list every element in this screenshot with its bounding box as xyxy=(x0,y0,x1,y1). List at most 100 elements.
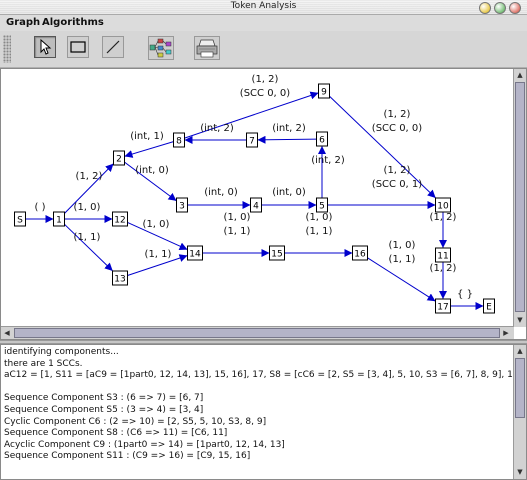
graph-node-8[interactable]: 8 xyxy=(173,132,185,148)
log-line: Sequence Component S11 : (C9 => 16) = [C… xyxy=(4,451,251,462)
graph-node-15[interactable]: 15 xyxy=(269,245,285,261)
graph-canvas[interactable]: ( )(1, 2)(1, 0)(1, 1)(int, 0)(int, 0) (in… xyxy=(1,69,513,327)
log-line: Acyclic Component C9 : (1part0 => 14) = … xyxy=(4,439,285,450)
graph-horizontal-scroll-thumb[interactable] xyxy=(14,328,500,338)
graph-node-11[interactable]: 11 xyxy=(435,247,451,263)
graph-node-13[interactable]: 13 xyxy=(112,270,128,286)
rectangle-icon xyxy=(70,41,86,53)
log-text-area[interactable]: identifying components... there are 1 SC… xyxy=(1,347,526,463)
graph-node-3[interactable]: 3 xyxy=(176,197,188,213)
graph-node-label: 5 xyxy=(319,202,325,212)
zoom-icon[interactable] xyxy=(494,2,506,14)
scroll-down-icon[interactable]: ▼ xyxy=(515,467,525,477)
edge-label-8-9: (1, 2) (SCC 0, 0) xyxy=(240,74,290,99)
menu-algorithms[interactable]: Algorithms xyxy=(42,17,104,28)
log-line: Cyclic Component C6 : (2 => 10) = [2, S5… xyxy=(4,416,267,427)
edge-label-7-8: (int, 2) xyxy=(200,123,234,134)
graph-node-9[interactable]: 9 xyxy=(318,83,330,99)
scroll-down-icon[interactable]: ▼ xyxy=(515,315,525,325)
log-line: Sequence Component S3 : (6 => 7) = [6, 7… xyxy=(4,393,204,404)
edge-label-15-16: (1, 0) (1, 1) xyxy=(306,212,333,237)
edge-label-12-14: (1, 0) xyxy=(143,219,170,230)
graph-node-label: 7 xyxy=(249,137,255,147)
edge-label-16-17: (1, 0) (1, 1) xyxy=(389,240,416,265)
log-panel: identifying components... there are 1 SC… xyxy=(0,344,527,480)
graph-node-16[interactable]: 16 xyxy=(352,245,368,261)
graph-node-label: 12 xyxy=(114,216,125,226)
menu-bar: Graph Algorithms xyxy=(0,15,527,31)
edge-label-5-6: (int, 2) xyxy=(311,155,345,166)
edge-label-11-17: (1, 2) xyxy=(430,263,457,274)
graph-node-label: 16 xyxy=(354,250,366,260)
edge-label-S-1: ( ) xyxy=(35,202,46,213)
log-line: Sequence Component S5 : (3 => 4) = [3, 4… xyxy=(4,404,204,415)
graph-edge-8-2[interactable] xyxy=(124,141,174,158)
graph-node-E[interactable]: E xyxy=(483,298,495,314)
scroll-up-icon[interactable]: ▲ xyxy=(515,346,525,356)
graph-node-label: S xyxy=(17,216,23,226)
edge-label-9-10: (1, 2) (SCC 0, 0) xyxy=(372,109,422,134)
graph-node-5[interactable]: 5 xyxy=(316,197,328,213)
log-vertical-scrollbar[interactable]: ▲ ▼ xyxy=(513,345,526,479)
graph-node-label: 1 xyxy=(56,216,62,226)
log-vertical-scroll-thumb[interactable] xyxy=(515,358,525,418)
graph-node-label: 15 xyxy=(271,250,282,260)
graph-node-label: 14 xyxy=(189,250,201,260)
graph-node-label: 17 xyxy=(437,303,448,313)
scroll-up-icon[interactable]: ▲ xyxy=(515,70,525,80)
graph-node-label: 13 xyxy=(114,275,125,285)
graph-node-label: 3 xyxy=(179,202,185,212)
edge-label-1-12: (1, 0) xyxy=(74,202,101,213)
graph-node-12[interactable]: 12 xyxy=(112,211,128,227)
graph-vertical-scroll-thumb[interactable] xyxy=(515,82,525,312)
graph-node-label: E xyxy=(486,303,492,313)
graph-node-4[interactable]: 4 xyxy=(250,197,262,213)
graph-node-label: 9 xyxy=(321,88,327,98)
rectangle-tool-button[interactable] xyxy=(67,36,89,58)
log-line: Sequence Component S8 : (C6 => 11) = [C6… xyxy=(4,428,228,439)
window-title: Token Analysis xyxy=(230,1,297,11)
edge-label-10-11: (1, 2) xyxy=(430,212,457,223)
graph-node-label: 6 xyxy=(319,136,325,146)
graph-node-S[interactable]: S xyxy=(14,211,26,227)
select-tool-button[interactable] xyxy=(34,36,56,58)
graph-node-14[interactable]: 14 xyxy=(187,245,203,261)
edge-label-8-2: (int, 1) xyxy=(130,131,164,142)
edge-label-17-E: { } xyxy=(457,289,473,300)
graph-layout-icon xyxy=(149,38,172,58)
layout-tool-button[interactable] xyxy=(148,36,174,60)
cursor-arrow-icon xyxy=(40,38,52,55)
graph-node-label: 8 xyxy=(176,137,182,147)
edge-label-3-4: (int, 0) xyxy=(204,187,238,198)
graph-vertical-scrollbar[interactable]: ▲ ▼ xyxy=(513,69,526,327)
graph-panel: ( ) (1, 2) (1, 0) (1, 1) (int, 0) (int, 0) (in… xyxy=(0,68,527,340)
line-tool-button[interactable] xyxy=(102,36,124,58)
close-icon[interactable] xyxy=(509,2,521,14)
log-line: identifying components... xyxy=(4,347,119,357)
graph-node-1[interactable]: 1 xyxy=(53,211,65,227)
graph-edge-6-7[interactable] xyxy=(257,135,317,144)
graph-node-7[interactable]: 7 xyxy=(246,132,258,148)
toolbar-grip[interactable] xyxy=(3,35,11,63)
graph-horizontal-scrollbar[interactable]: ◀ ▶ xyxy=(1,326,514,339)
scroll-left-icon[interactable]: ◀ xyxy=(2,328,12,338)
log-line: there are 1 SCCs. xyxy=(4,358,83,369)
scroll-right-icon[interactable]: ▶ xyxy=(501,328,511,338)
graph-node-2[interactable]: 2 xyxy=(113,150,125,166)
graph-node-label: 2 xyxy=(116,155,122,165)
line-icon xyxy=(106,40,120,54)
graph-node-label: 11 xyxy=(437,252,448,262)
toolbar xyxy=(0,31,527,68)
graph-node-10[interactable]: 10 xyxy=(435,197,451,213)
edge-label-13-14: (1, 1) xyxy=(145,249,172,260)
log-line: aC12 = [1, S11 = [aC9 = [1part0, 12, 14,… xyxy=(4,370,526,381)
menu-graph[interactable]: Graph xyxy=(6,17,40,28)
edge-label-6-7: (int, 2) xyxy=(272,123,306,134)
print-tool-button[interactable] xyxy=(194,36,220,60)
graph-node-17[interactable]: 17 xyxy=(435,298,451,314)
graph-node-6[interactable]: 6 xyxy=(316,131,328,147)
graph-node-label: 10 xyxy=(437,202,449,212)
edge-label-1-2: (1, 2) xyxy=(76,171,103,182)
minimize-icon[interactable] xyxy=(479,2,491,14)
